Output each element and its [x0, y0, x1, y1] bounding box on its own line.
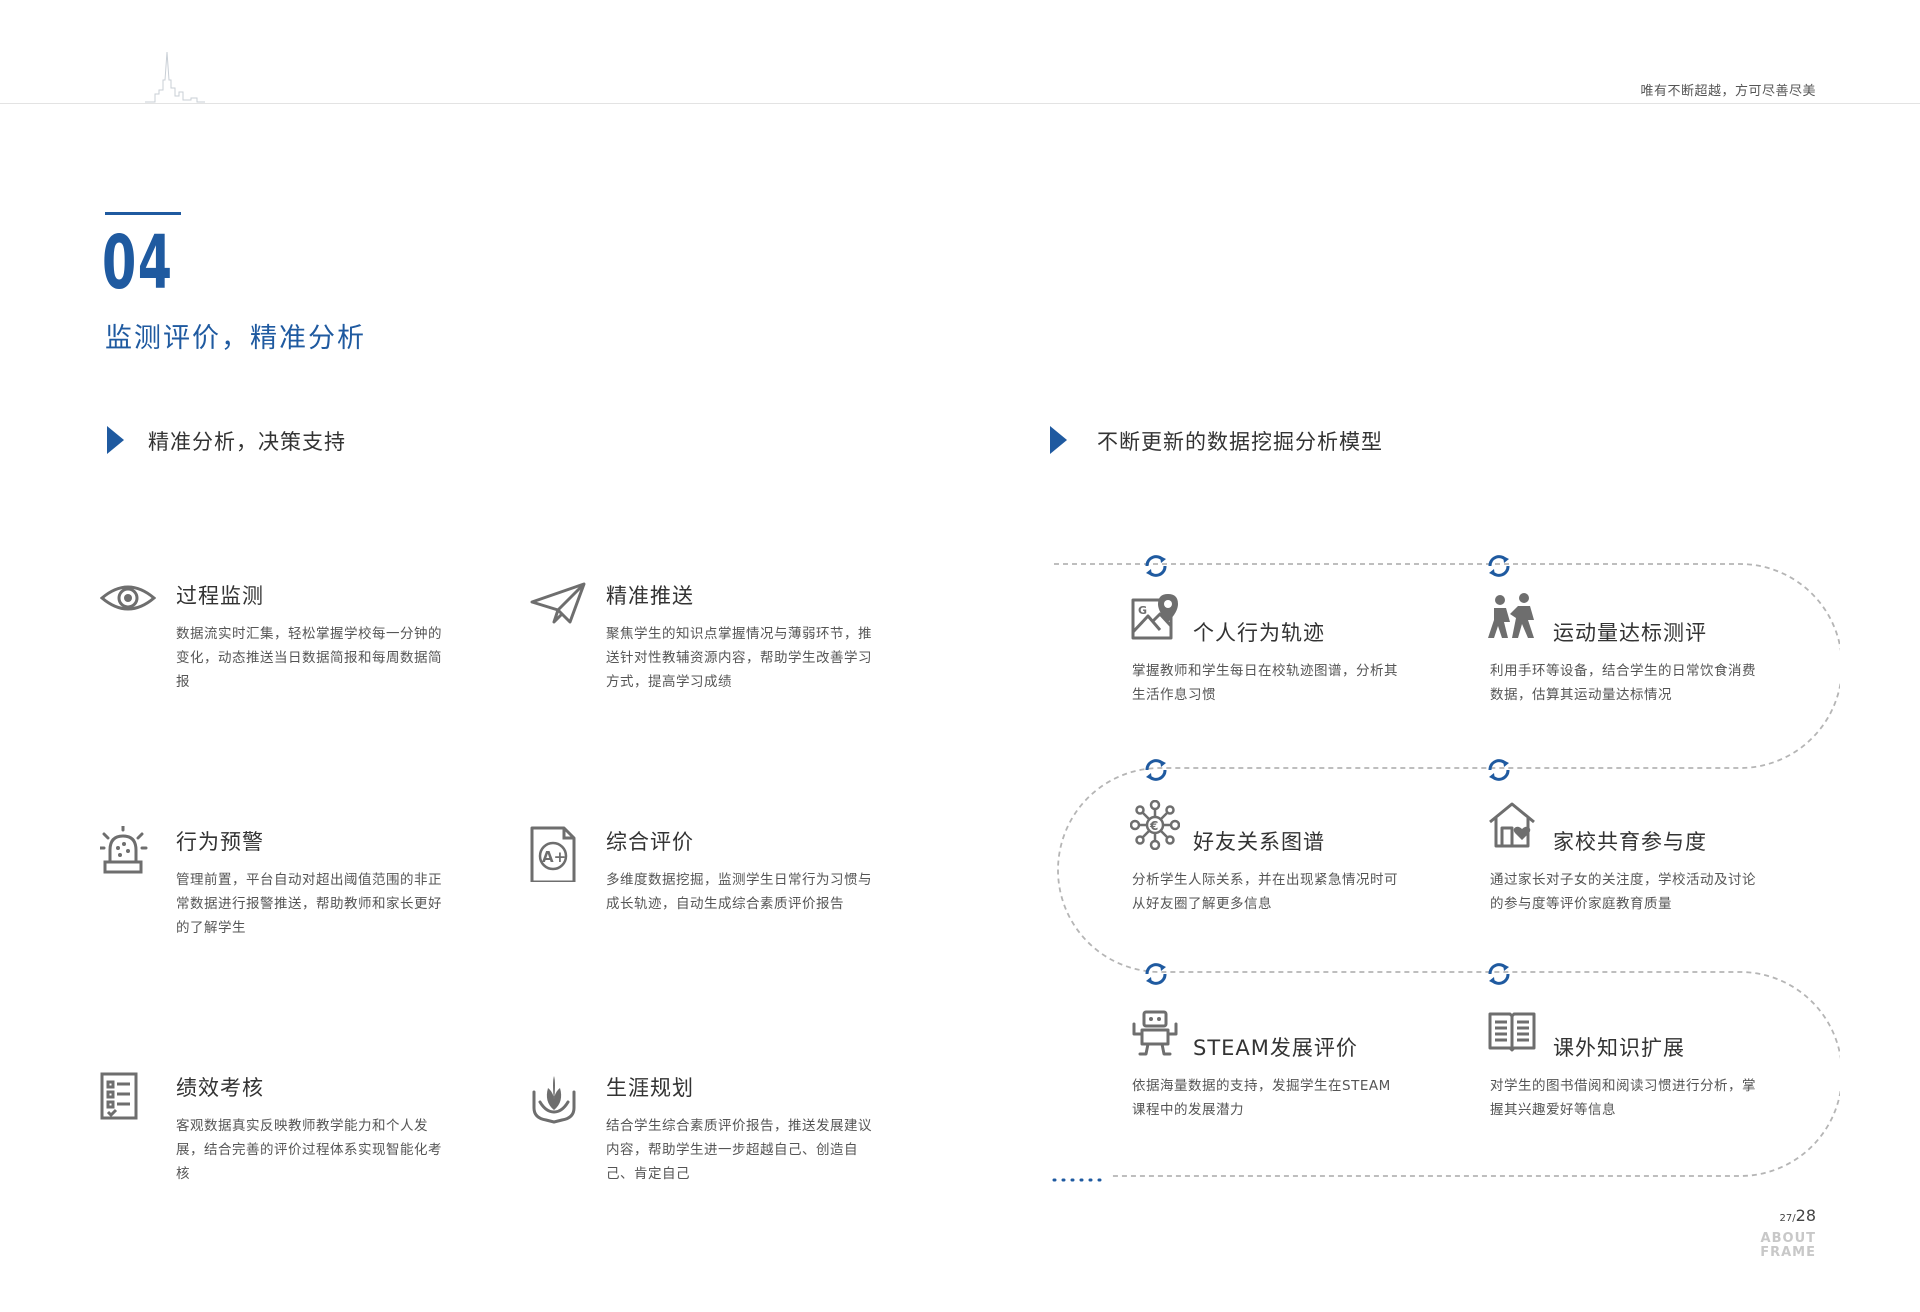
svg-text:G: G: [1138, 604, 1147, 617]
brand-line-2: FRAME: [1760, 1245, 1816, 1260]
brand-line-1: ABOUT: [1760, 1231, 1816, 1246]
checklist-icon: [100, 1072, 138, 1120]
model-desc: 利用手环等设备，结合学生的日常饮食消费数据，估算其运动量达标情况: [1490, 663, 1756, 703]
svg-text:A+: A+: [542, 848, 566, 866]
eye-icon: [100, 585, 156, 611]
feature-title: 绩效考核: [176, 1076, 264, 1100]
map-pin-icon: G: [1131, 594, 1178, 640]
model-title: 运动量达标测评: [1553, 621, 1707, 645]
model-desc: 掌握教师和学生每日在校轨迹图谱，分析其生活作息习惯: [1132, 663, 1398, 703]
brand-mark: ABOUT FRAME: [1760, 1232, 1816, 1260]
refresh-icon: [1145, 963, 1167, 985]
model-title: 个人行为轨迹: [1193, 621, 1325, 645]
section-title: 监测评价，精准分析: [105, 323, 366, 354]
page-left: 27: [1779, 1213, 1793, 1224]
feature-desc: 数据流实时汇集，轻松掌握学校每一分钟的变化，动态推送当日数据简报和每周数据简报: [176, 626, 442, 690]
header-divider: [0, 103, 1920, 104]
section-number: 04: [102, 220, 174, 306]
refresh-icon: [1488, 963, 1510, 985]
header-slogan: 唯有不断超越，方可尽善尽美: [1640, 84, 1816, 99]
home-heart-icon: [1489, 802, 1535, 848]
feature-title: 综合评价: [606, 830, 694, 854]
feature-desc: 客观数据真实反映教师教学能力和个人发展，结合完善的评价过程体系实现智能化考核: [176, 1118, 442, 1182]
skyline-icon: [145, 51, 205, 103]
left-heading: 精准分析，决策支持: [148, 430, 346, 454]
paper-plane-icon: [530, 582, 586, 624]
page-number: 27/28: [1780, 1206, 1816, 1225]
model-desc: 依据海量数据的支持，发掘学生在STEAM课程中的发展潜力: [1132, 1078, 1391, 1118]
robot-icon: [1132, 1010, 1178, 1056]
refresh-icon: [1488, 759, 1510, 781]
network-icon: €: [1130, 800, 1180, 850]
grade-document-icon: A+: [530, 826, 576, 882]
people-exercise-icon: [1488, 593, 1534, 638]
model-title: STEAM发展评价: [1193, 1036, 1358, 1060]
model-title: 家校共育参与度: [1553, 830, 1707, 854]
feature-title: 精准推送: [606, 584, 694, 608]
feature-title: 过程监测: [176, 584, 264, 608]
feature-title: 生涯规划: [606, 1076, 694, 1100]
model-desc: 通过家长对子女的关注度，学校活动及讨论的参与度等评价家庭教育质量: [1490, 872, 1756, 912]
page-right: 28: [1795, 1206, 1816, 1225]
feature-desc: 结合学生综合素质评价报告，推送发展建议内容，帮助学生进一步超越自己、创造自己、肯…: [606, 1118, 872, 1182]
right-heading-triangle-icon: [1050, 426, 1067, 454]
right-heading: 不断更新的数据挖掘分析模型: [1097, 430, 1383, 454]
left-heading-triangle-icon: [107, 426, 124, 454]
refresh-icon: [1145, 759, 1167, 781]
open-book-icon: [1488, 1012, 1536, 1052]
model-desc: 对学生的图书借阅和阅读习惯进行分析，掌握其兴趣爱好等信息: [1490, 1078, 1756, 1118]
model-title: 课外知识扩展: [1553, 1036, 1685, 1060]
model-title: 好友关系图谱: [1193, 830, 1325, 854]
section-accent-bar: [105, 212, 181, 215]
refresh-icon: [1488, 555, 1510, 577]
feature-desc: 管理前置，平台自动对超出阈值范围的非正常数据进行报警推送，帮助教师和家长更好的了…: [176, 872, 442, 936]
refresh-icon: [1145, 555, 1167, 577]
feature-title: 行为预警: [176, 830, 264, 854]
feature-desc: 聚焦学生的知识点掌握情况与薄弱环节，推送针对性教辅资源内容，帮助学生改善学习方式…: [606, 626, 872, 690]
alarm-light-icon: [100, 826, 148, 874]
svg-text:€: €: [1149, 819, 1158, 833]
hands-plant-icon: [532, 1076, 576, 1124]
feature-desc: 多维度数据挖掘，监测学生日常行为习惯与成长轨迹，自动生成综合素质评价报告: [606, 872, 872, 912]
model-desc: 分析学生人际关系，并在出现紧急情况时可从好友圈了解更多信息: [1132, 872, 1398, 912]
